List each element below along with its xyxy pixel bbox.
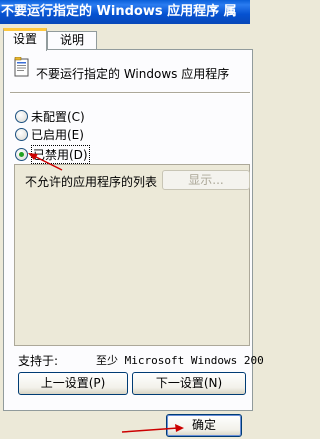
- radio-label: 未配置(C): [31, 109, 85, 124]
- window-title: 不要运行指定的 Windows 应用程序 属: [0, 0, 250, 24]
- tab-explain[interactable]: 说明: [47, 31, 97, 50]
- radio-label: 已禁用(D): [31, 144, 90, 164]
- supported-on: 支持于: 至少 Microsoft Windows 200: [18, 352, 264, 369]
- radio-label: 已启用(E): [31, 127, 84, 142]
- disallowed-list-label: 不允许的应用程序的列表: [25, 175, 158, 189]
- radio-button-checked[interactable]: [15, 147, 28, 161]
- next-setting-button[interactable]: 下一设置(N): [132, 372, 246, 395]
- ok-button[interactable]: 确定: [166, 414, 242, 437]
- options-box: [14, 164, 250, 346]
- previous-setting-button[interactable]: 上一设置(P): [18, 372, 128, 395]
- radio-disabled[interactable]: 已禁用(D): [15, 144, 90, 164]
- supported-label: 支持于:: [18, 354, 59, 368]
- radio-enabled[interactable]: 已启用(E): [15, 126, 84, 142]
- policy-icon: [14, 57, 29, 77]
- radio-button[interactable]: [15, 109, 28, 123]
- show-button[interactable]: 显示...: [162, 170, 250, 190]
- radio-button[interactable]: [15, 127, 28, 141]
- policy-title: 不要运行指定的 Windows 应用程序: [36, 67, 230, 81]
- tab-strip: 设置 说明: [0, 28, 250, 51]
- radio-not-configured[interactable]: 未配置(C): [15, 108, 85, 124]
- tab-settings[interactable]: 设置: [3, 28, 47, 51]
- supported-value: 至少 Microsoft Windows 200: [96, 354, 264, 367]
- separator: [10, 92, 250, 94]
